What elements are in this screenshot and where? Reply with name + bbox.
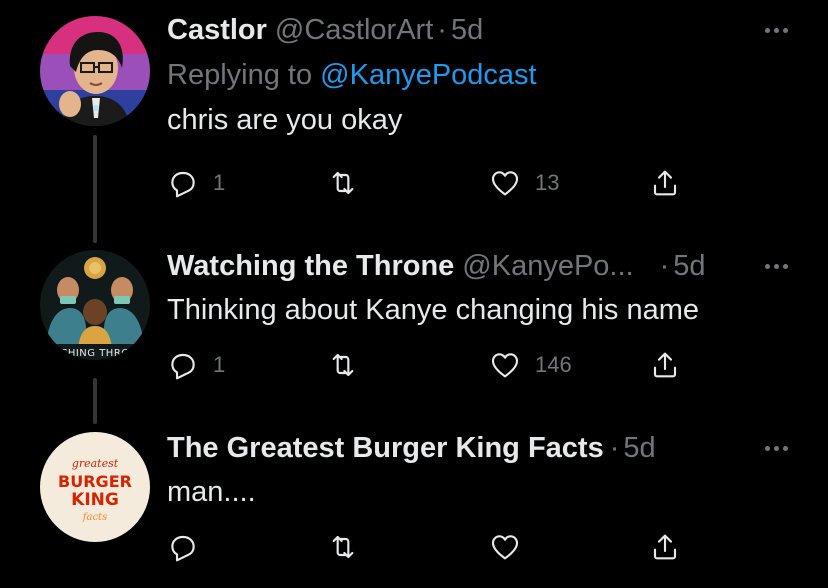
like-button[interactable]: 13 xyxy=(489,166,559,200)
tweet-header: Castlor @CastlorArt · 5d xyxy=(167,12,788,48)
separator-dot: · xyxy=(437,14,447,46)
separator-dot: · xyxy=(609,432,620,464)
avatar-logo-text: CHING THRO xyxy=(60,348,129,359)
separator-dot: · xyxy=(659,250,670,282)
tweet-text: chris are you okay xyxy=(167,104,403,136)
heart-icon xyxy=(491,353,519,378)
display-name[interactable]: The Greatest Burger King Facts xyxy=(167,430,604,466)
burger-king-logo: greatest BURGER KING facts xyxy=(40,432,150,542)
tweet-actions: 1 13 xyxy=(167,166,687,200)
more-icon[interactable] xyxy=(765,12,788,48)
timestamp[interactable]: 5d xyxy=(451,12,483,48)
mention-link[interactable]: @KanyePodcast xyxy=(320,59,536,91)
reply-button[interactable]: 1 xyxy=(167,166,225,200)
like-count: 146 xyxy=(535,352,572,377)
like-button[interactable]: 146 xyxy=(489,348,572,382)
reply-icon xyxy=(171,535,195,562)
avatar-logo-bottom: facts xyxy=(82,512,107,523)
like-button[interactable] xyxy=(489,530,521,564)
retweet-icon xyxy=(332,535,354,559)
avatar[interactable] xyxy=(40,16,150,126)
more-icon[interactable] xyxy=(765,248,788,284)
retweet-button[interactable] xyxy=(327,348,359,382)
heart-icon xyxy=(491,535,519,560)
user-handle[interactable]: @CastlorArt xyxy=(275,12,433,48)
avatar-logo-line2: KING xyxy=(71,490,119,510)
tweet[interactable]: CHING THRO Watching the Throne @KanyePo.… xyxy=(0,220,828,410)
tweet-header: The Greatest Burger King Facts · 5d xyxy=(167,430,788,466)
share-button[interactable] xyxy=(649,166,681,200)
reply-button[interactable]: 1 xyxy=(167,348,225,382)
tweet-actions: 1 146 xyxy=(167,348,687,382)
artist-avatar-illustration xyxy=(40,16,150,126)
like-count: 13 xyxy=(535,170,560,195)
user-handle[interactable]: @KanyePo... xyxy=(462,248,633,284)
reply-button[interactable] xyxy=(167,530,213,564)
reply-icon xyxy=(171,171,195,198)
display-name[interactable]: Watching the Throne xyxy=(167,248,454,284)
retweet-button[interactable] xyxy=(327,530,359,564)
reply-count: 1 xyxy=(213,170,226,195)
share-button[interactable] xyxy=(649,348,681,382)
tweet-text: Thinking about Kanye changing his name xyxy=(167,294,700,326)
timestamp[interactable]: 5d xyxy=(623,430,655,466)
avatar[interactable]: CHING THRO xyxy=(40,250,150,360)
share-icon xyxy=(653,352,677,378)
tweet-actions xyxy=(167,530,687,564)
replying-to: Replying to @KanyePodcast xyxy=(167,57,788,93)
share-button[interactable] xyxy=(649,530,681,564)
share-icon xyxy=(653,534,677,560)
tweet-text: man.... xyxy=(167,476,256,508)
retweet-button[interactable] xyxy=(327,166,359,200)
replying-to-label: Replying to xyxy=(167,59,321,91)
timestamp[interactable]: 5d xyxy=(673,248,705,284)
share-icon xyxy=(653,170,677,196)
avatar-logo-line1: BURGER xyxy=(58,472,132,491)
tweet-header: Watching the Throne @KanyePo... · 5d xyxy=(167,248,788,284)
retweet-icon xyxy=(332,171,354,195)
avatar-logo-top: greatest xyxy=(72,457,119,470)
tweet[interactable]: greatest BURGER KING facts The Greatest … xyxy=(0,410,828,588)
more-icon[interactable] xyxy=(765,430,788,466)
heart-icon xyxy=(491,171,519,196)
display-name[interactable]: Castlor xyxy=(167,12,267,48)
retweet-icon xyxy=(332,353,354,377)
reply-count: 1 xyxy=(213,352,226,377)
tweet[interactable]: Castlor @CastlorArt · 5d Replying to @Ka… xyxy=(0,0,828,220)
podcast-logo-illustration: CHING THRO xyxy=(40,250,150,360)
reply-icon xyxy=(171,353,195,380)
avatar[interactable]: greatest BURGER KING facts xyxy=(40,432,150,542)
